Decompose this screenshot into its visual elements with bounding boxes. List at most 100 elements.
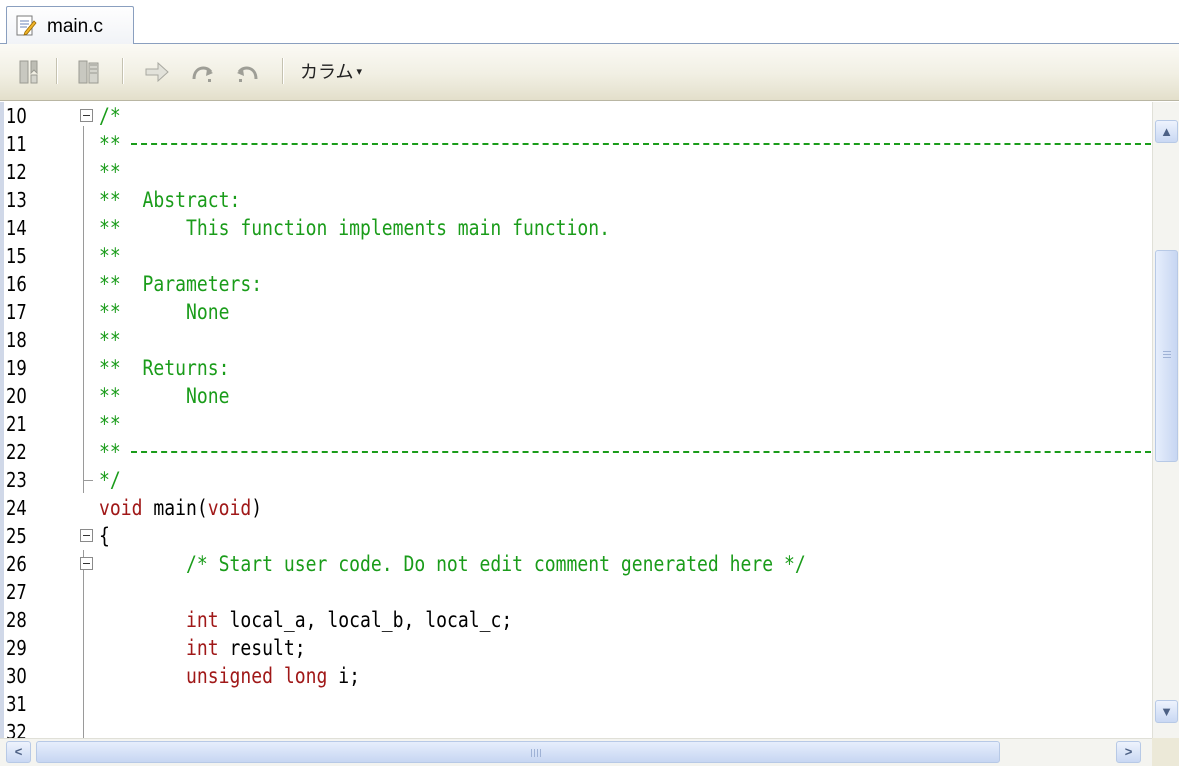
line-number: 27 <box>6 580 27 604</box>
code-text: ** Abstract: <box>99 188 241 212</box>
collapse-icon[interactable] <box>80 109 93 122</box>
toolbar-separator <box>282 58 283 84</box>
code-text: ** <box>99 160 121 184</box>
code-line[interactable]: 11 ** <box>4 130 1152 158</box>
collapse-icon[interactable] <box>80 529 93 542</box>
collapse-icon[interactable] <box>80 557 93 570</box>
code-line[interactable]: 12 ** <box>4 158 1152 186</box>
code-line[interactable]: 24 void main(void) <box>4 494 1152 522</box>
code-text: ** <box>99 132 121 156</box>
line-number: 13 <box>6 188 27 212</box>
keyword: void <box>99 496 143 520</box>
grip-line <box>534 749 535 757</box>
line-number: 16 <box>6 272 27 296</box>
line-number: 11 <box>6 132 27 156</box>
keyword: unsigned long <box>185 664 328 688</box>
line-number: 31 <box>6 692 27 716</box>
code-line[interactable]: 14 ** This function implements main funct… <box>4 214 1152 242</box>
vertical-scrollbar[interactable]: ▲ ▼ <box>1152 102 1179 738</box>
code-text: ** <box>99 328 121 352</box>
comment-rule <box>131 451 1151 453</box>
line-number: 21 <box>6 412 27 436</box>
code-line[interactable]: 16 ** Parameters: <box>4 270 1152 298</box>
chevron-down-icon[interactable]: ▼ <box>1155 700 1178 723</box>
grip-line <box>1163 354 1171 355</box>
undo-icon[interactable] <box>234 57 260 87</box>
grip-line <box>540 749 541 757</box>
code-text: int result; <box>185 636 306 660</box>
vertical-scroll-thumb[interactable] <box>1155 250 1178 462</box>
code-line[interactable]: 30 unsigned long i; <box>4 662 1152 690</box>
line-number: 29 <box>6 636 27 660</box>
code-text: ** This function implements main functio… <box>99 216 611 240</box>
code-line[interactable]: 10 /* <box>4 102 1152 130</box>
code-line[interactable]: 17 ** None <box>4 298 1152 326</box>
line-number: 22 <box>6 440 27 464</box>
code-text: void main(void) <box>99 496 263 520</box>
code-line[interactable]: 13 ** Abstract: <box>4 186 1152 214</box>
code-text: /* Start user code. Do not edit comment … <box>99 552 806 576</box>
line-number: 12 <box>6 160 27 184</box>
line-number: 19 <box>6 356 27 380</box>
editor-toolbar: カラム ▾ <box>0 44 1179 101</box>
line-number: 18 <box>6 328 27 352</box>
code-line[interactable]: 23 */ <box>4 466 1152 494</box>
code-text: ** None <box>99 300 230 324</box>
column-menu-button[interactable]: カラム ▾ <box>300 58 362 86</box>
scrollbar-corner <box>1152 738 1179 766</box>
line-number: 24 <box>6 496 27 520</box>
code-line[interactable]: 20 ** None <box>4 382 1152 410</box>
code-line[interactable]: 29 int result; <box>4 634 1152 662</box>
line-number: 10 <box>6 104 27 128</box>
keyword: void <box>207 496 252 520</box>
code-text: unsigned long i; <box>185 664 360 688</box>
code-text: ** None <box>99 384 230 408</box>
horizontal-scrollbar[interactable]: < > <box>0 738 1179 766</box>
line-number: 25 <box>6 524 27 548</box>
code-text: ** <box>99 440 121 464</box>
go-to-icon[interactable] <box>144 57 170 87</box>
document-edit-icon <box>16 15 37 36</box>
code-text: ** <box>99 244 121 268</box>
code-line[interactable]: 28 int local_a, local_b, local_c; <box>4 606 1152 634</box>
chevron-left-icon[interactable]: < <box>6 741 31 763</box>
line-number: 14 <box>6 216 27 240</box>
code-editor[interactable]: 10 /* 11 ** 12 ** 13 ** Abstract: 14 ** This func… <box>0 102 1152 738</box>
code-text: */ <box>99 468 121 492</box>
line-number: 17 <box>6 300 27 324</box>
code-text: ** Returns: <box>99 356 230 380</box>
code-text: /* <box>99 104 121 128</box>
code-line[interactable]: 21 ** <box>4 410 1152 438</box>
line-number: 15 <box>6 244 27 268</box>
code-line[interactable]: 18 ** <box>4 326 1152 354</box>
code-line[interactable]: 25 { <box>4 522 1152 550</box>
toolbar-separator <box>56 58 57 84</box>
grip-line <box>1163 357 1171 358</box>
grip-line <box>531 749 532 757</box>
code-line[interactable]: 19 ** Returns: <box>4 354 1152 382</box>
horizontal-scroll-thumb[interactable] <box>36 741 1000 763</box>
code-line[interactable]: 31 <box>4 690 1152 718</box>
chevron-up-icon[interactable]: ▲ <box>1155 120 1178 143</box>
fold-guide-end <box>83 466 93 481</box>
comment-rule <box>131 143 1151 145</box>
chevron-right-icon[interactable]: > <box>1116 741 1141 763</box>
grip-line <box>1163 351 1171 352</box>
code-text: { <box>99 524 110 548</box>
code-text: int local_a, local_b, local_c; <box>185 608 513 632</box>
bookmark-icon[interactable] <box>16 57 42 87</box>
tab-main-c[interactable]: main.c <box>6 6 134 44</box>
code-line[interactable]: 32 <box>4 718 1152 738</box>
code-line[interactable]: 22 ** <box>4 438 1152 466</box>
line-number: 23 <box>6 468 27 492</box>
column-menu-label: カラム <box>300 62 354 83</box>
code-line[interactable]: 15 ** <box>4 242 1152 270</box>
code-line[interactable]: 26 /* Start user code. Do not edit comme… <box>4 550 1152 578</box>
keyword: int <box>185 608 219 632</box>
bookmark-multi-icon[interactable] <box>76 57 102 87</box>
grip-line <box>537 749 538 757</box>
code-text: ** <box>99 412 121 436</box>
toolbar-separator <box>122 58 123 84</box>
code-line[interactable]: 27 <box>4 578 1152 606</box>
redo-icon[interactable] <box>190 57 216 87</box>
